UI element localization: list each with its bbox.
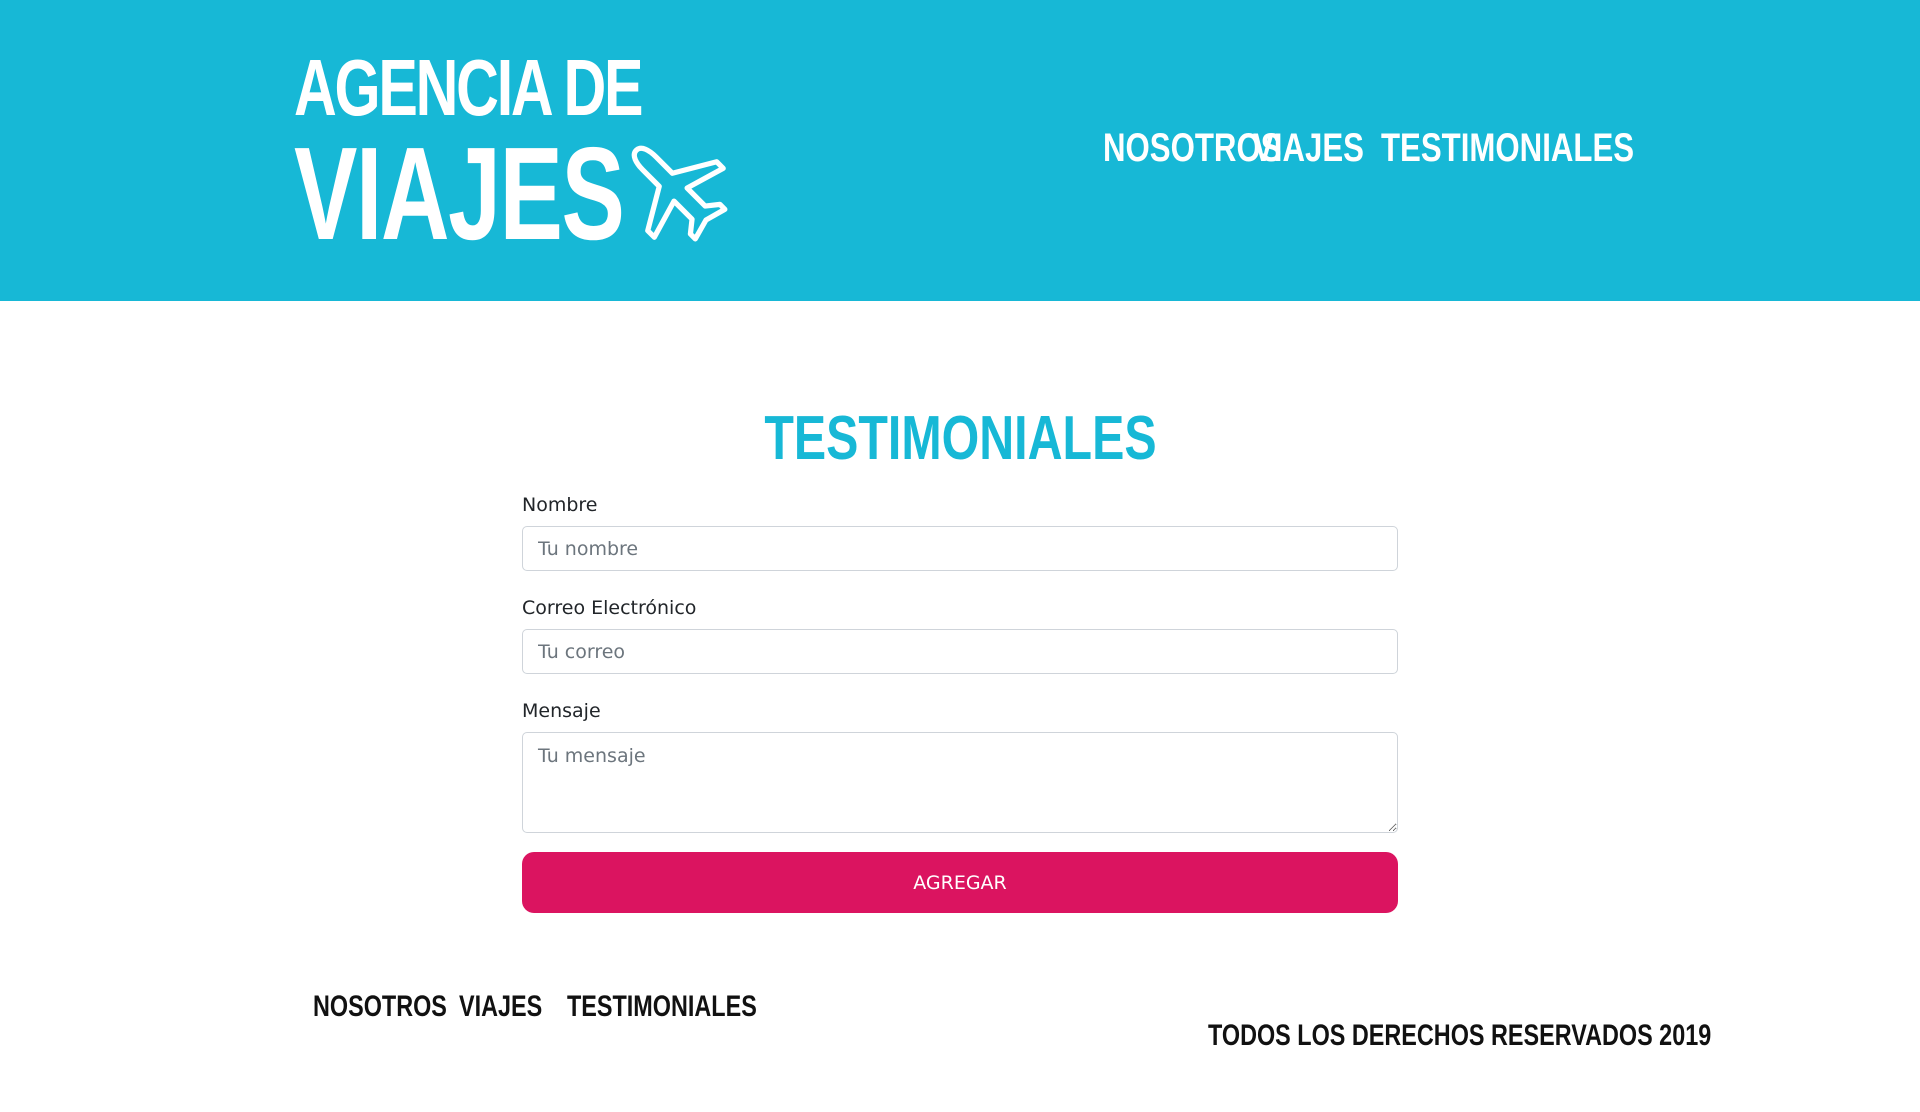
footer-nav: NOSOTROS VIAJES TESTIMONIALES [313, 990, 757, 1024]
main-nav: NOSOTROS VIAJES TESTIMONIALES [1103, 126, 1634, 170]
add-button[interactable]: AGREGAR [522, 852, 1398, 913]
name-input[interactable] [522, 526, 1398, 571]
testimonial-form: Nombre Correo Electrónico Mensaje AGREGA… [522, 490, 1398, 913]
nav-link-testimoniales[interactable]: TESTIMONIALES [1381, 126, 1634, 170]
nav-link-nosotros[interactable]: NOSOTROS [1103, 126, 1282, 170]
message-label: Mensaje [522, 700, 601, 722]
page-title: TESTIMONIALES [0, 404, 1920, 474]
logo[interactable]: AGENCIA DE VIAJES [294, 43, 734, 260]
email-input[interactable] [522, 629, 1398, 674]
logo-line-2: VIAJES [294, 120, 625, 267]
logo-line-1: AGENCIA DE [294, 43, 644, 132]
site-header: AGENCIA DE VIAJES NOSOTROS VIAJES TESTIM… [0, 0, 1920, 301]
airplane-icon [631, 145, 728, 242]
footer-link-viajes[interactable]: VIAJES [459, 990, 542, 1024]
nav-link-viajes[interactable]: VIAJES [1253, 126, 1364, 170]
page-title-text: TESTIMONIALES [763, 403, 1157, 473]
copyright-text: TODOS LOS DERECHOS RESERVADOS 2019 [1208, 1019, 1712, 1052]
footer-link-testimoniales[interactable]: TESTIMONIALES [567, 990, 757, 1024]
name-label: Nombre [522, 494, 598, 516]
footer-link-nosotros[interactable]: NOSOTROS [313, 990, 447, 1024]
email-label: Correo Electrónico [522, 597, 697, 619]
message-textarea[interactable] [522, 732, 1398, 833]
